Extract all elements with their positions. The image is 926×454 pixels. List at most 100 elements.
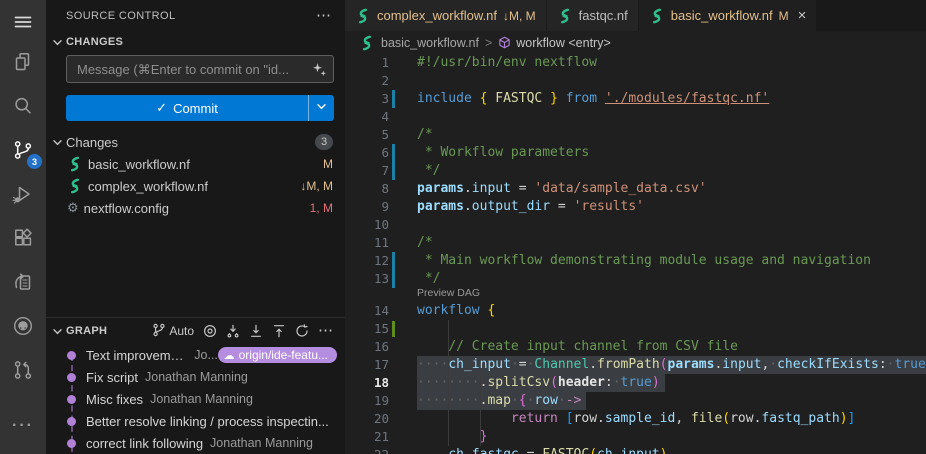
graph-actions: Auto ⋯ (152, 323, 333, 340)
gutter (389, 356, 399, 374)
commit-dot (67, 351, 76, 360)
commit-message: Better resolve linking / process inspect… (86, 414, 329, 429)
sparkle-icon[interactable] (312, 62, 327, 77)
line-content: return [row.sample_id, file(row.fastq_pa… (399, 410, 855, 428)
commit-dropdown-button[interactable] (308, 95, 334, 121)
file-decoration: 1, M (310, 201, 333, 215)
nextflow-icon (67, 156, 83, 172)
commit-author: Jonathan Manning (145, 370, 248, 384)
pull-icon[interactable] (249, 324, 263, 338)
commit-row[interactable]: Text improvementJo...☁origin/ide-featu..… (46, 344, 345, 366)
branch-badge[interactable]: ☁origin/ide-featu... (218, 347, 337, 363)
line-number: 8 (345, 180, 389, 198)
indent-guide (448, 320, 449, 446)
branch-auto-button[interactable]: Auto (152, 323, 194, 340)
gutter (389, 392, 399, 410)
commit-row[interactable]: correct link followingJonathan Manning (46, 432, 345, 454)
gutter (389, 338, 399, 356)
sidebar-spacer (46, 219, 345, 317)
line-number: 11 (345, 234, 389, 252)
source-control-icon[interactable]: 3 (0, 128, 46, 172)
commit-button[interactable]: ✓ Commit (66, 95, 334, 121)
branch-icon (152, 323, 166, 340)
target-icon[interactable] (203, 324, 217, 338)
more-actions-icon[interactable]: ⋯ (316, 11, 331, 21)
run-debug-icon[interactable] (0, 172, 46, 216)
gutter-mod-marker (389, 144, 399, 162)
tab-basic_workflow.nf[interactable]: basic_workflow.nfM× (639, 0, 818, 31)
check-icon: ✓ (156, 100, 167, 116)
more-actions-icon[interactable]: ⋯ (318, 326, 333, 336)
gutter (389, 410, 399, 428)
code-line: 6 * Workflow parameters (345, 144, 926, 162)
line-content (399, 320, 417, 338)
more-icon[interactable]: ··· (0, 404, 46, 448)
line-number: 4 (345, 108, 389, 126)
line-content: ········.map·{·row·-> (399, 392, 586, 410)
close-icon[interactable]: × (798, 11, 807, 21)
line-content (399, 216, 417, 234)
menu-icon[interactable] (0, 4, 46, 40)
changes-tree-node[interactable]: Changes 3 (46, 131, 345, 153)
breadcrumb-file[interactable]: basic_workflow.nf (381, 36, 479, 50)
sidebar-header: SOURCE CONTROL ⋯ (46, 0, 345, 32)
sidebar-title: SOURCE CONTROL (66, 10, 316, 22)
line-number: 9 (345, 198, 389, 216)
code-line: 2 (345, 72, 926, 90)
line-content: /* (399, 234, 433, 252)
push-icon[interactable] (272, 324, 286, 338)
github-icon[interactable] (0, 304, 46, 348)
chevron-down-icon (51, 36, 64, 49)
cloud-icon: ☁ (224, 348, 235, 362)
file-history-icon[interactable] (0, 260, 46, 304)
chevron-down-icon[interactable] (51, 325, 64, 338)
commit-dot (67, 395, 76, 404)
gutter (389, 428, 399, 446)
code-editor[interactable]: 1#!/usr/bin/env nextflow23include { FAST… (345, 54, 926, 454)
tab-label: fastqc.nf (579, 8, 628, 23)
line-content: ········.splitCsv(header:·true) (399, 374, 665, 392)
activity-badge: 3 (27, 154, 42, 169)
commit-message-input[interactable] (75, 61, 312, 78)
gutter (389, 302, 399, 320)
search-icon[interactable] (0, 84, 46, 128)
nextflow-icon (649, 8, 665, 24)
auto-label: Auto (169, 324, 194, 338)
commit-button-main[interactable]: ✓ Commit (66, 95, 308, 121)
explorer-icon[interactable] (0, 40, 46, 84)
commit-dot (67, 373, 76, 382)
nextflow-icon (359, 35, 375, 51)
commit-row[interactable]: Misc fixesJonathan Manning (46, 388, 345, 410)
commit-message: correct link following (86, 436, 203, 451)
commit-dot (67, 439, 76, 448)
file-row[interactable]: complex_workflow.nf↓M, M (46, 175, 345, 197)
chevron-down-icon (315, 100, 328, 116)
line-number: 7 (345, 162, 389, 180)
commit-row[interactable]: Better resolve linking / process inspect… (46, 410, 345, 432)
code-line: 22 ch_fastqc = FASTQC(ch_input) (345, 446, 926, 454)
codelens-label[interactable]: Preview DAG (399, 284, 480, 302)
line-number: 18 (345, 374, 389, 392)
selection-highlight: ····ch_input·=·Channel.fromPath(params.i… (417, 356, 926, 374)
code-line: 7 */ (345, 162, 926, 180)
code-line: 8params.input = 'data/sample_data.csv' (345, 180, 926, 198)
codelens-row[interactable]: Preview DAG (345, 288, 926, 302)
changes-section-header[interactable]: CHANGES (46, 32, 345, 52)
pull-request-icon[interactable] (0, 348, 46, 392)
code-line: 11 /* (345, 234, 926, 252)
tab-fastqc.nf[interactable]: fastqc.nf (547, 0, 639, 31)
gutter-mod-marker (389, 90, 399, 108)
code-line: 3include { FASTQC } from './modules/fast… (345, 90, 926, 108)
commit-row[interactable]: Fix script Jonathan Manning (46, 366, 345, 388)
fetch-icon[interactable] (226, 324, 240, 338)
extensions-icon[interactable] (0, 216, 46, 260)
commit-message: Fix script (86, 370, 138, 385)
file-row[interactable]: ⚙nextflow.config1, M (46, 197, 345, 219)
code-line: 4 (345, 108, 926, 126)
tab-label: basic_workflow.nf (671, 8, 773, 23)
tab-complex_workflow.nf[interactable]: complex_workflow.nf↓M, M (345, 0, 547, 31)
file-row[interactable]: basic_workflow.nfM (46, 153, 345, 175)
refresh-icon[interactable] (295, 324, 309, 338)
breadcrumb-symbol[interactable]: workflow <entry> (498, 36, 610, 50)
line-content: /* (399, 126, 433, 144)
